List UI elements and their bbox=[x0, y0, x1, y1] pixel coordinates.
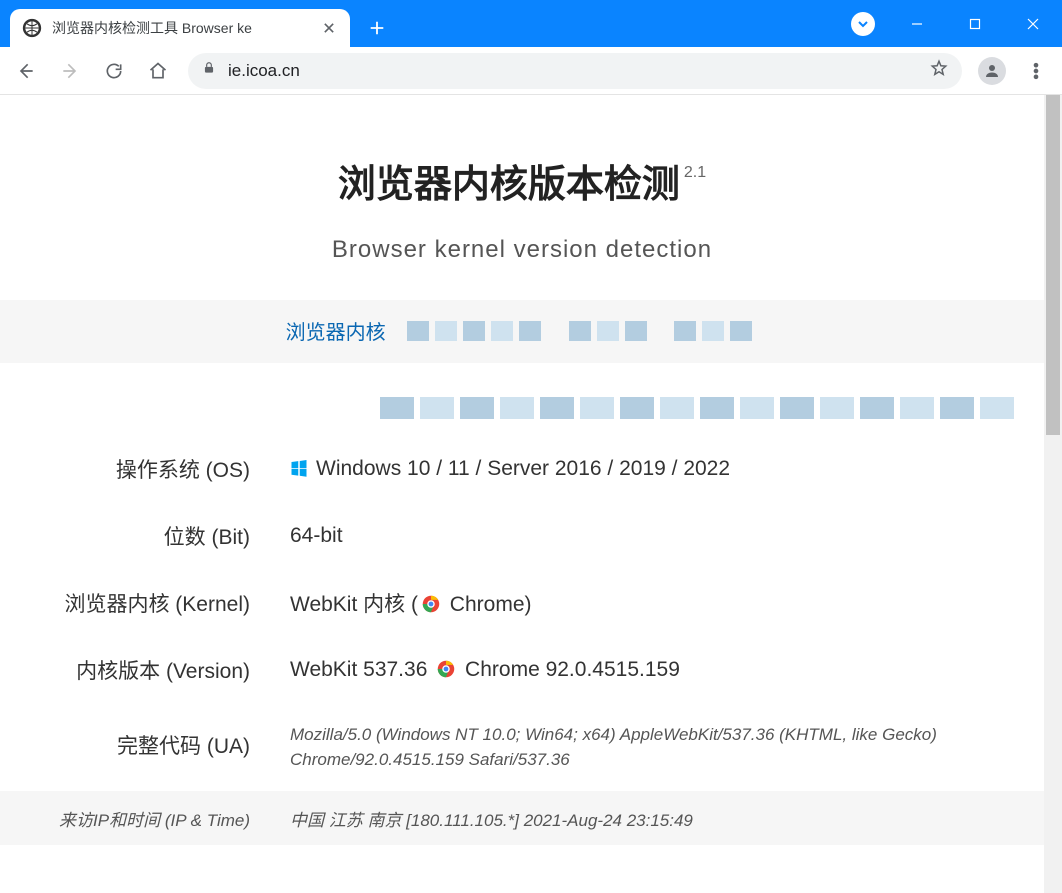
nav-redacted-1 bbox=[407, 321, 547, 347]
page-version-sup: 2.1 bbox=[684, 164, 706, 181]
chrome-icon bbox=[437, 660, 455, 678]
window-titlebar: 浏览器内核检测工具 Browser ke bbox=[0, 0, 1062, 47]
page-subtitle: Browser kernel version detection bbox=[20, 236, 1024, 264]
page-title-text: 浏览器内核版本检测 bbox=[338, 164, 680, 206]
value-kernel-browser: Chrome) bbox=[444, 593, 532, 616]
row-version: 内核版本 (Version) WebKit 537.36 Chrome 92.0… bbox=[0, 636, 1044, 703]
account-dropdown-icon[interactable] bbox=[838, 0, 888, 47]
chrome-icon bbox=[422, 595, 440, 613]
bookmark-star-icon[interactable] bbox=[930, 59, 948, 82]
row-bit: 位数 (Bit) 64-bit bbox=[0, 502, 1044, 569]
window-maximize-button[interactable] bbox=[946, 0, 1004, 47]
scrollbar-thumb[interactable] bbox=[1046, 95, 1060, 435]
browser-toolbar: ie.icoa.cn bbox=[0, 47, 1062, 95]
row-os: 操作系统 (OS) Windows 10 / 11 / Server 2016 … bbox=[0, 436, 1044, 503]
window-close-button[interactable] bbox=[1004, 0, 1062, 47]
reload-button[interactable] bbox=[94, 51, 134, 91]
label-bit: 位数 (Bit) bbox=[0, 502, 270, 569]
address-bar[interactable]: ie.icoa.cn bbox=[188, 53, 962, 89]
value-kernel-prefix: WebKit 内核 ( bbox=[290, 593, 418, 616]
row-ip-time: 来访IP和时间 (IP & Time) 中国 江苏 南京 [180.111.10… bbox=[0, 791, 1044, 845]
nav-row: 浏览器内核 bbox=[0, 300, 1044, 363]
tab-title: 浏览器内核检测工具 Browser ke bbox=[52, 18, 310, 38]
page-content: 浏览器内核版本检测2.1 Browser kernel version dete… bbox=[0, 95, 1044, 845]
home-button[interactable] bbox=[138, 51, 178, 91]
back-button[interactable] bbox=[6, 51, 46, 91]
page-header: 浏览器内核版本检测2.1 Browser kernel version dete… bbox=[0, 95, 1044, 300]
label-kernel: 浏览器内核 (Kernel) bbox=[0, 569, 270, 636]
forward-button[interactable] bbox=[50, 51, 90, 91]
info-table: 操作系统 (OS) Windows 10 / 11 / Server 2016 … bbox=[0, 436, 1044, 845]
profile-avatar-icon[interactable] bbox=[978, 57, 1006, 85]
row-kernel: 浏览器内核 (Kernel) WebKit 内核 ( Chrome) bbox=[0, 569, 1044, 636]
nav-link-kernel[interactable]: 浏览器内核 bbox=[286, 322, 386, 344]
windows-icon bbox=[290, 459, 308, 477]
label-ip-time: 来访IP和时间 (IP & Time) bbox=[0, 791, 270, 845]
value-ip-time: 中国 江苏 南京 [180.111.105.*] 2021-Aug-24 23:… bbox=[270, 791, 1044, 845]
banner-redacted bbox=[0, 363, 1044, 436]
nav-redacted-3 bbox=[674, 321, 758, 347]
label-ua: 完整代码 (UA) bbox=[0, 703, 270, 791]
page-viewport: 浏览器内核版本检测2.1 Browser kernel version dete… bbox=[0, 95, 1062, 893]
value-version: WebKit 537.36 Chrome 92.0.4515.159 bbox=[270, 636, 1044, 703]
value-bit: 64-bit bbox=[270, 502, 1044, 569]
kebab-menu-icon[interactable] bbox=[1016, 51, 1056, 91]
lock-icon[interactable] bbox=[202, 61, 216, 80]
browser-tab[interactable]: 浏览器内核检测工具 Browser ke bbox=[10, 9, 350, 47]
nav-redacted-2 bbox=[569, 321, 653, 347]
value-kernel: WebKit 内核 ( Chrome) bbox=[270, 569, 1044, 636]
value-ua: Mozilla/5.0 (Windows NT 10.0; Win64; x64… bbox=[270, 703, 1044, 791]
label-os: 操作系统 (OS) bbox=[0, 436, 270, 503]
row-ua: 完整代码 (UA) Mozilla/5.0 (Windows NT 10.0; … bbox=[0, 703, 1044, 791]
value-version-prefix: WebKit 537.36 bbox=[290, 658, 433, 681]
value-os-text: Windows 10 / 11 / Server 2016 / 2019 / 2… bbox=[316, 457, 730, 480]
tab-close-icon[interactable] bbox=[320, 23, 338, 33]
window-caption-buttons bbox=[838, 0, 1062, 47]
scrollbar-track[interactable] bbox=[1044, 95, 1062, 893]
new-tab-button[interactable] bbox=[362, 13, 392, 43]
page-title: 浏览器内核版本检测2.1 bbox=[338, 153, 706, 208]
tab-favicon-icon bbox=[22, 18, 42, 38]
value-os: Windows 10 / 11 / Server 2016 / 2019 / 2… bbox=[270, 436, 1044, 503]
tab-strip: 浏览器内核检测工具 Browser ke bbox=[0, 0, 392, 47]
url-text: ie.icoa.cn bbox=[228, 61, 918, 81]
window-minimize-button[interactable] bbox=[888, 0, 946, 47]
value-version-browser: Chrome 92.0.4515.159 bbox=[459, 658, 680, 681]
label-version: 内核版本 (Version) bbox=[0, 636, 270, 703]
